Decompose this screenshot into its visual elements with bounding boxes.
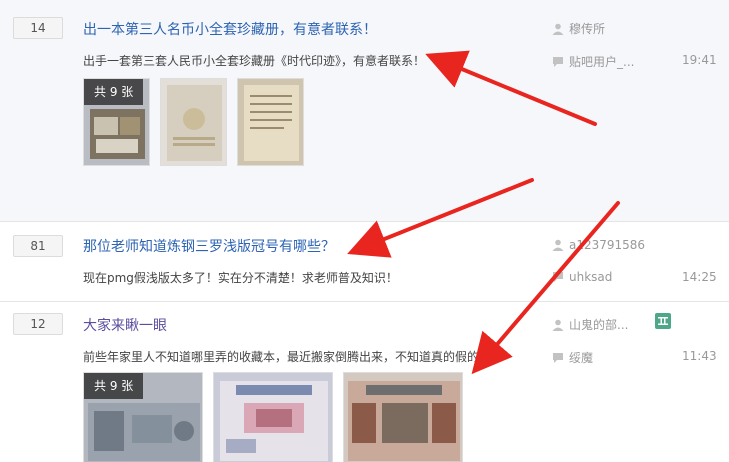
level-tag-icon bbox=[655, 313, 671, 329]
thread-abstract: 现在pmg假浅版太多了！实在分不清楚！求老师普及知识！ bbox=[83, 271, 398, 285]
author-name: a123791586 bbox=[569, 238, 646, 252]
thread-item: 14 出一本第三人名币小全套珍藏册，有意者联系！ 出手一套第三套人民币小全套珍藏… bbox=[0, 0, 729, 222]
thread-author[interactable]: 穆传所 bbox=[552, 20, 605, 37]
image-count-badge: 共 9 张 bbox=[84, 373, 144, 399]
author-name: 穆传所 bbox=[569, 22, 606, 36]
last-reply-time: 14:25 bbox=[682, 270, 717, 284]
author-name: 山鬼的部... bbox=[569, 318, 629, 332]
thread-image[interactable] bbox=[343, 372, 463, 462]
thread-image[interactable] bbox=[237, 78, 304, 166]
last-reply-name: 贴吧用户_... bbox=[569, 55, 635, 69]
level-tag-glyph bbox=[658, 317, 668, 325]
thread-title[interactable]: 出一本第三人名币小全套珍藏册，有意者联系！ bbox=[83, 19, 377, 39]
person-icon bbox=[552, 319, 564, 331]
thread-item: 12 大家来瞅一眼 前些年家里人不知道哪里弄的收藏本，最近搬家倒腾出来，不知道真… bbox=[0, 302, 729, 462]
last-reply-user[interactable]: 绥魔 bbox=[552, 349, 593, 366]
album-photo bbox=[161, 79, 226, 165]
thread-item: 81 那位老师知道炼钢三罗浅版冠号有哪些？ 现在pmg假浅版太多了！实在分不清楚… bbox=[0, 222, 729, 302]
person-icon bbox=[552, 23, 564, 35]
speech-bubble-icon bbox=[553, 352, 563, 363]
speech-bubble-icon bbox=[553, 272, 563, 282]
album-photo bbox=[238, 79, 303, 165]
last-reply-user[interactable]: uhksad bbox=[552, 270, 612, 284]
thread-image[interactable]: 共 9 张 bbox=[83, 78, 150, 166]
banknote-photo bbox=[214, 373, 332, 462]
banknote-photo bbox=[344, 373, 462, 462]
last-reply-name: 绥魔 bbox=[569, 351, 594, 365]
thread-author[interactable]: a123791586 bbox=[552, 238, 645, 252]
reply-count: 12 bbox=[13, 313, 63, 335]
image-count-badge: 共 9 张 bbox=[84, 79, 144, 105]
thread-image[interactable] bbox=[213, 372, 333, 462]
last-reply-user[interactable]: 贴吧用户_... bbox=[552, 53, 634, 70]
thread-author[interactable]: 山鬼的部... bbox=[552, 316, 628, 333]
thread-abstract: 出手一套第三套人民币小全套珍藏册《时代印迹》，有意者联系！ bbox=[83, 54, 426, 68]
thread-image[interactable] bbox=[160, 78, 227, 166]
last-reply-time: 19:41 bbox=[682, 53, 717, 67]
reply-count: 81 bbox=[13, 235, 63, 257]
person-icon bbox=[552, 239, 564, 251]
speech-bubble-icon bbox=[553, 56, 563, 67]
last-reply-time: 11:43 bbox=[682, 349, 717, 363]
thread-image[interactable]: 共 9 张 bbox=[83, 372, 203, 462]
last-reply-name: uhksad bbox=[569, 270, 613, 284]
thread-title[interactable]: 那位老师知道炼钢三罗浅版冠号有哪些？ bbox=[83, 236, 335, 256]
thread-title[interactable]: 大家来瞅一眼 bbox=[83, 315, 167, 335]
thread-abstract: 前些年家里人不知道哪里弄的收藏本，最近搬家倒腾出来，不知道真的假的... bbox=[83, 350, 491, 364]
reply-count: 14 bbox=[13, 17, 63, 39]
